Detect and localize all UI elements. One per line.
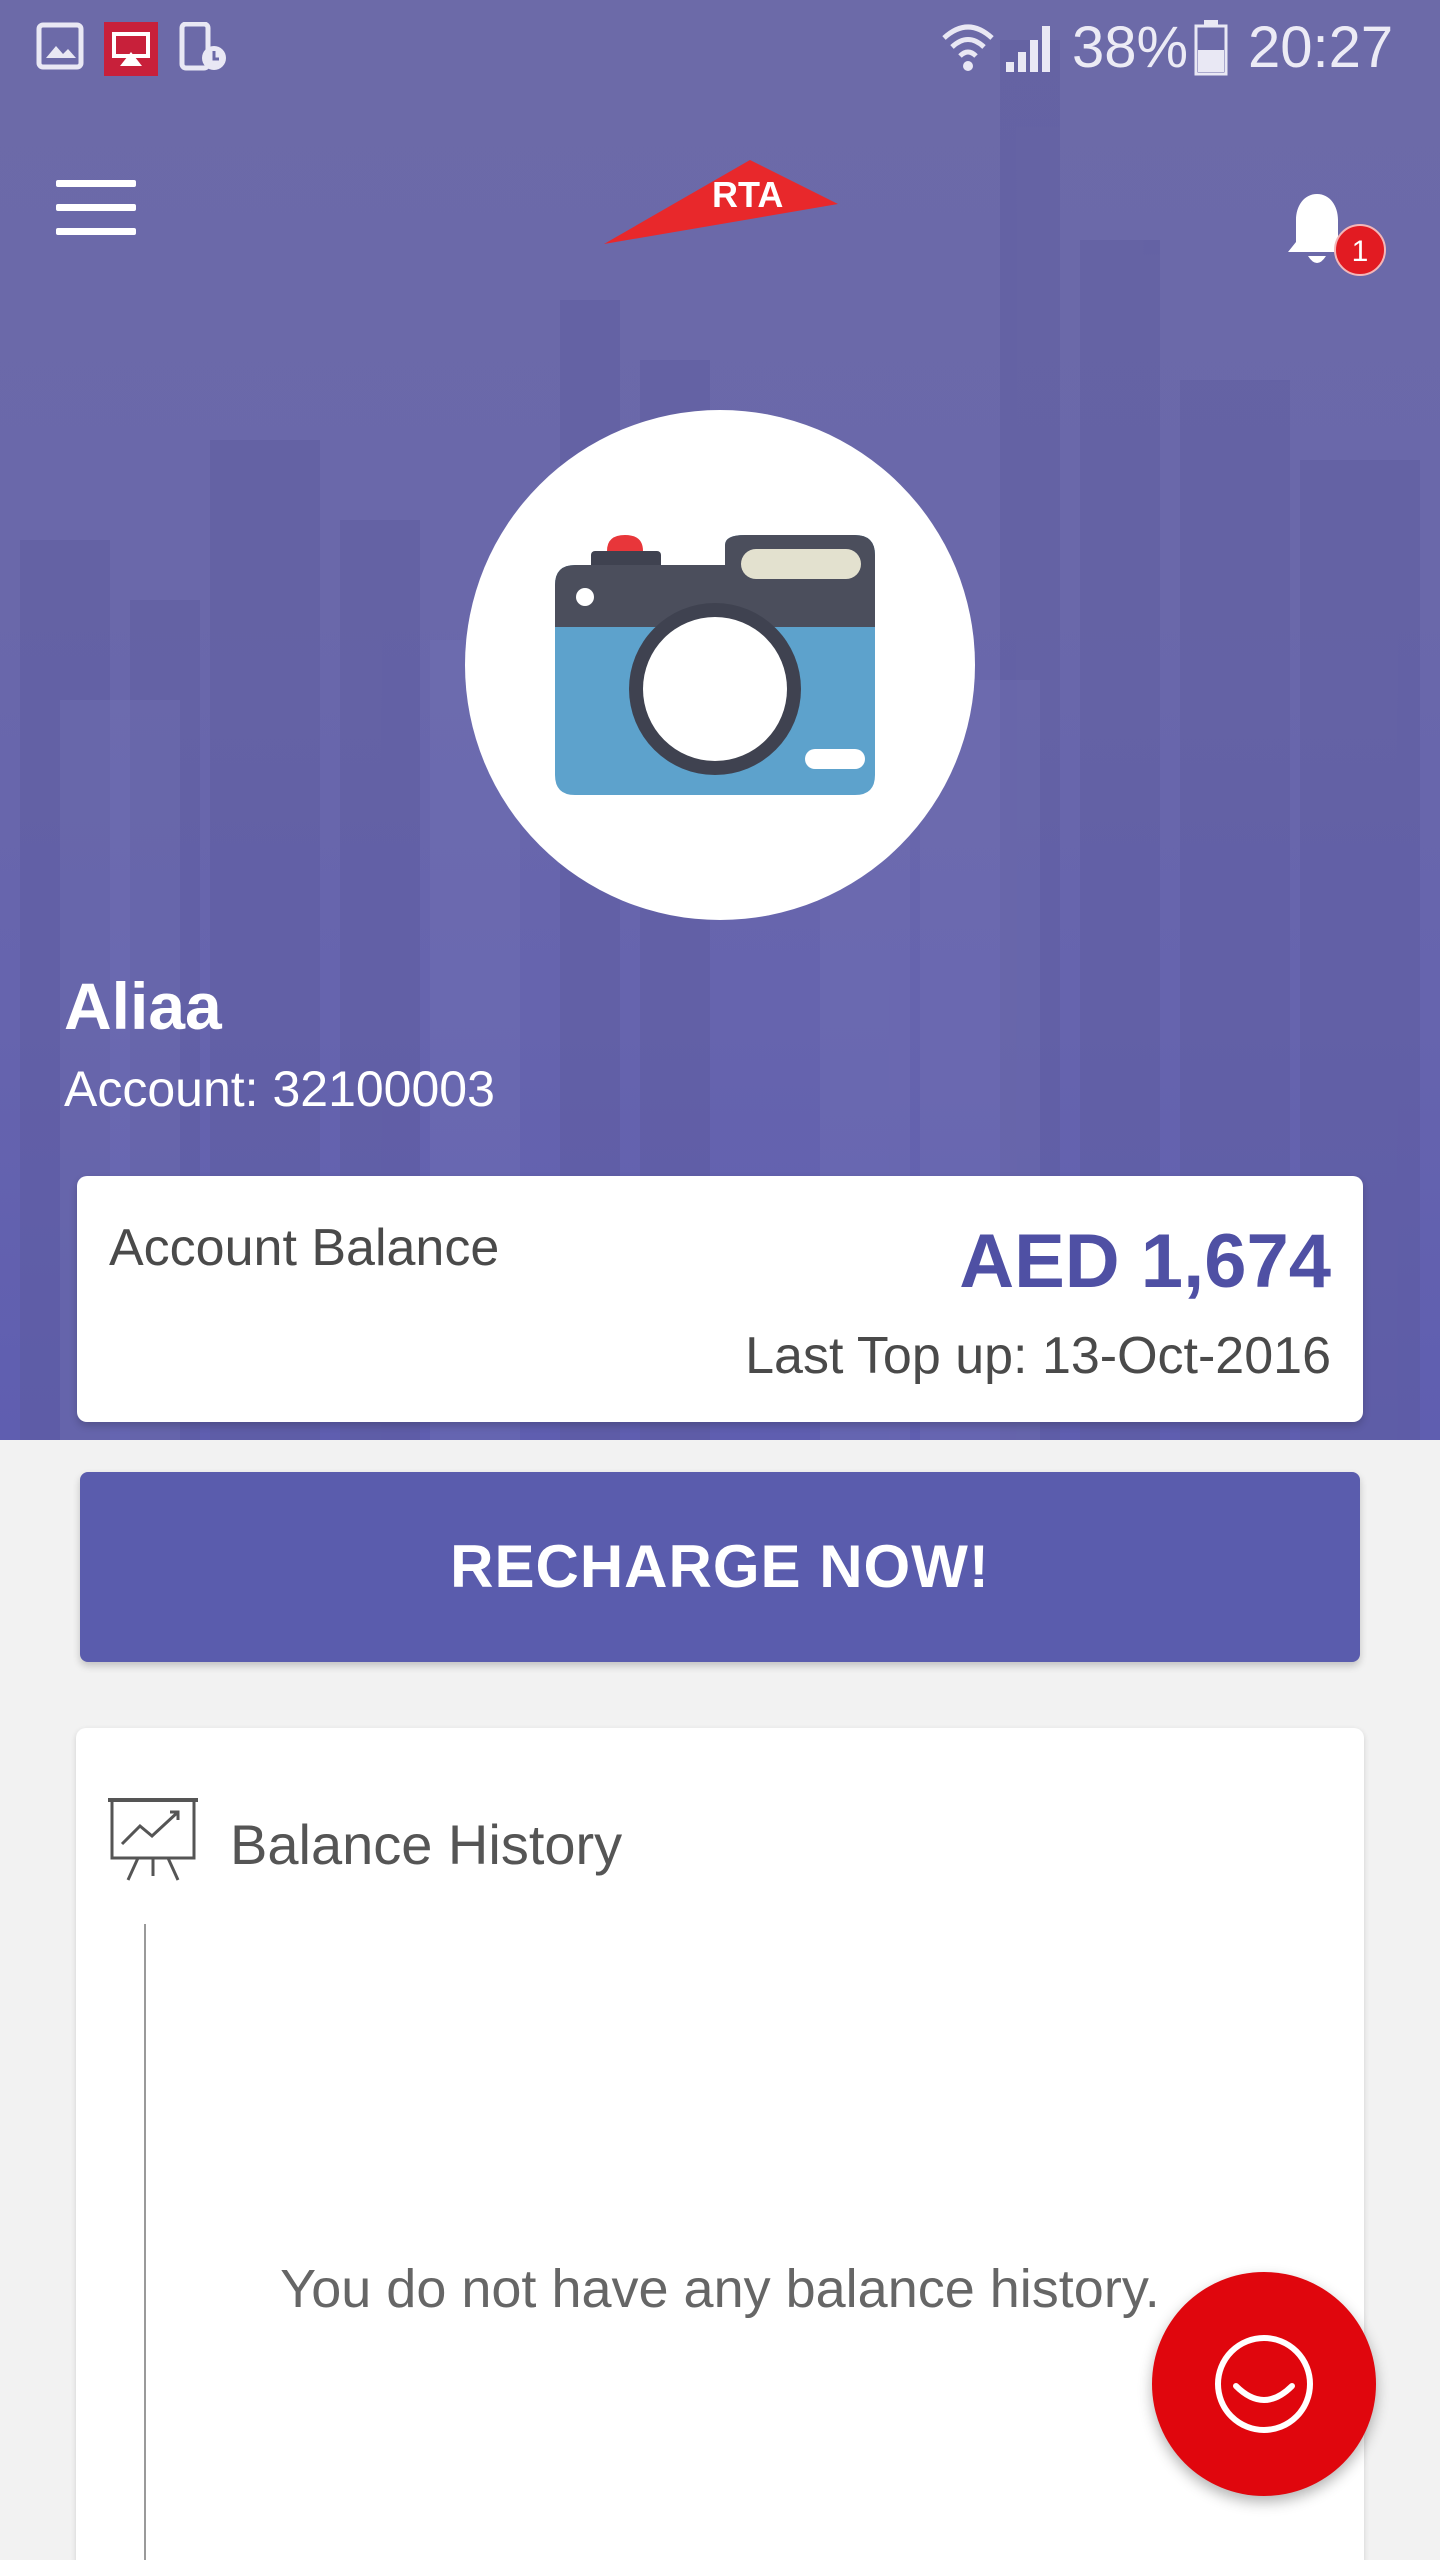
- account-number: Account: 32100003: [64, 1061, 495, 1117]
- balance-label: Account Balance: [109, 1219, 500, 1277]
- presentation-chart-icon: [108, 1798, 198, 1881]
- battery-icon: [1194, 20, 1228, 76]
- last-topup: Last Top up: 13-Oct-2016: [745, 1327, 1331, 1385]
- notification-badge: 1: [1334, 224, 1386, 276]
- balance-history-title: Balance History: [230, 1813, 623, 1876]
- user-name: Aliaa: [64, 969, 222, 1043]
- screen: 38% 20:27 RTA 1 Aliaa Account: 32100003 …: [0, 0, 1440, 2560]
- phone-clock-icon: [179, 22, 226, 71]
- rta-logo-text: RTA: [712, 174, 784, 215]
- camera-icon: [555, 535, 875, 795]
- cast-icon: [104, 22, 158, 76]
- avatar[interactable]: [465, 410, 975, 920]
- recharge-now-button[interactable]: RECHARGE NOW!: [80, 1472, 1360, 1662]
- gallery-icon: [36, 22, 84, 70]
- battery-percent: 38%: [1072, 15, 1189, 80]
- status-bar: 38% 20:27: [0, 0, 1440, 96]
- empty-history-message: You do not have any balance history.: [280, 2259, 1160, 2319]
- menu-icon[interactable]: [56, 180, 136, 240]
- smile-icon: [1215, 2335, 1313, 2433]
- history-axis-line: [144, 1924, 146, 2560]
- chat-fab[interactable]: [1152, 2272, 1376, 2496]
- rta-logo: RTA: [600, 156, 840, 246]
- wifi-icon: [942, 24, 994, 71]
- signal-icon: [1006, 26, 1050, 72]
- balance-amount: AED 1,674: [959, 1219, 1331, 1304]
- balance-card: Account Balance AED 1,674 Last Top up: 1…: [77, 1176, 1363, 1422]
- clock: 20:27: [1248, 15, 1394, 80]
- notifications-button[interactable]: 1: [1284, 190, 1386, 290]
